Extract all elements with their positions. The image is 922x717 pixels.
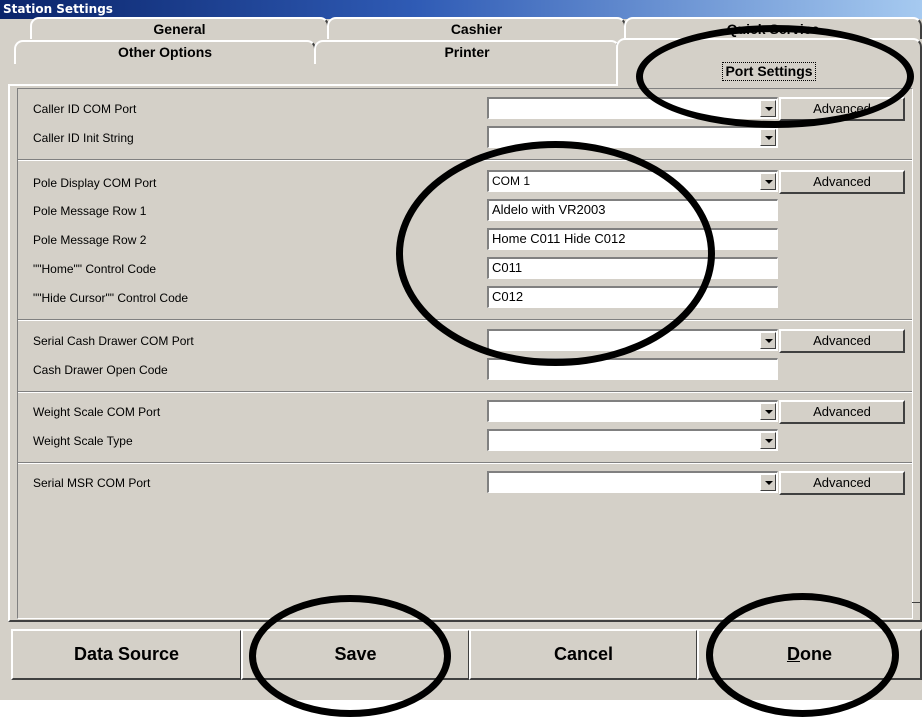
pole-message-row-1-label: Pole Message Row 1 bbox=[33, 204, 147, 218]
chevron-down-icon[interactable] bbox=[760, 173, 776, 190]
weight-scale-type-label: Weight Scale Type bbox=[33, 434, 133, 448]
separator bbox=[18, 391, 912, 393]
hide-cursor-control-code-field[interactable]: C012 bbox=[487, 286, 778, 308]
tab-port-settings[interactable]: Port Settings bbox=[616, 38, 922, 86]
weight-scale-advanced-button[interactable]: Advanced bbox=[779, 400, 905, 424]
caller-id-com-port-label: Caller ID COM Port bbox=[33, 102, 137, 116]
chevron-down-icon[interactable] bbox=[760, 129, 776, 146]
cash-drawer-advanced-button[interactable]: Advanced bbox=[779, 329, 905, 353]
done-button[interactable]: Done bbox=[697, 629, 922, 680]
home-control-code-label: ""Home"" Control Code bbox=[33, 262, 157, 276]
pole-message-row-2-label: Pole Message Row 2 bbox=[33, 233, 147, 247]
done-mnemonic: D bbox=[786, 644, 800, 664]
serial-msr-com-port-label: Serial MSR COM Port bbox=[33, 476, 151, 490]
hide-cursor-control-code-label: ""Hide Cursor"" Control Code bbox=[33, 291, 189, 305]
chevron-down-icon[interactable] bbox=[760, 100, 776, 117]
port-settings-group bbox=[17, 88, 913, 619]
cancel-button[interactable]: Cancel bbox=[469, 629, 698, 680]
chevron-down-icon[interactable] bbox=[760, 332, 776, 349]
chevron-down-icon[interactable] bbox=[760, 432, 776, 449]
caller-id-advanced-button[interactable]: Advanced bbox=[779, 97, 905, 121]
separator bbox=[18, 319, 912, 321]
tab-general[interactable]: General bbox=[30, 17, 329, 39]
tab-cashier[interactable]: Cashier bbox=[327, 17, 626, 39]
station-settings-window: Station Settings General Cashier Quick S… bbox=[0, 0, 922, 717]
tab-quick-service[interactable]: Quick Service bbox=[624, 17, 922, 39]
save-button[interactable]: Save bbox=[241, 629, 470, 680]
pole-message-row-1-field[interactable]: Aldelo with VR2003 bbox=[487, 199, 778, 221]
serial-cash-drawer-com-port-combo[interactable] bbox=[487, 329, 778, 351]
pole-display-com-port-label: Pole Display COM Port bbox=[33, 176, 157, 190]
weight-scale-com-port-combo[interactable] bbox=[487, 400, 778, 422]
serial-msr-com-port-combo[interactable] bbox=[487, 471, 778, 493]
chevron-down-icon[interactable] bbox=[760, 403, 776, 420]
done-label: one bbox=[799, 644, 832, 664]
caller-id-com-port-combo[interactable] bbox=[487, 97, 778, 119]
tab-other-options[interactable]: Other Options bbox=[14, 40, 316, 64]
msr-advanced-button[interactable]: Advanced bbox=[779, 471, 905, 495]
separator bbox=[18, 159, 912, 161]
divider bbox=[912, 602, 922, 603]
separator bbox=[18, 462, 912, 464]
data-source-button[interactable]: Data Source bbox=[11, 629, 242, 680]
chevron-down-icon[interactable] bbox=[760, 474, 776, 491]
serial-cash-drawer-com-port-label: Serial Cash Drawer COM Port bbox=[33, 334, 194, 348]
caller-id-init-string-label: Caller ID Init String bbox=[33, 131, 134, 145]
pole-display-com-port-value: COM 1 bbox=[492, 174, 531, 188]
tab-general-label: General bbox=[153, 21, 206, 37]
tab-printer[interactable]: Printer bbox=[314, 40, 620, 64]
tab-quick-service-label: Quick Service bbox=[726, 21, 820, 37]
pole-display-com-port-combo[interactable]: COM 1 bbox=[487, 170, 778, 192]
pole-message-row-2-field[interactable]: Home C011 Hide C012 bbox=[487, 228, 778, 250]
tab-printer-label: Printer bbox=[444, 44, 490, 60]
weight-scale-type-combo[interactable] bbox=[487, 429, 778, 451]
caller-id-init-string-combo[interactable] bbox=[487, 126, 778, 148]
cash-drawer-open-code-field[interactable] bbox=[487, 358, 778, 380]
weight-scale-com-port-label: Weight Scale COM Port bbox=[33, 405, 161, 419]
tab-other-options-label: Other Options bbox=[117, 44, 213, 60]
cash-drawer-open-code-label: Cash Drawer Open Code bbox=[33, 363, 168, 377]
tab-cashier-label: Cashier bbox=[450, 21, 503, 37]
home-control-code-field[interactable]: C011 bbox=[487, 257, 778, 279]
pole-display-advanced-button[interactable]: Advanced bbox=[779, 170, 905, 194]
tab-port-settings-label: Port Settings bbox=[722, 62, 816, 81]
